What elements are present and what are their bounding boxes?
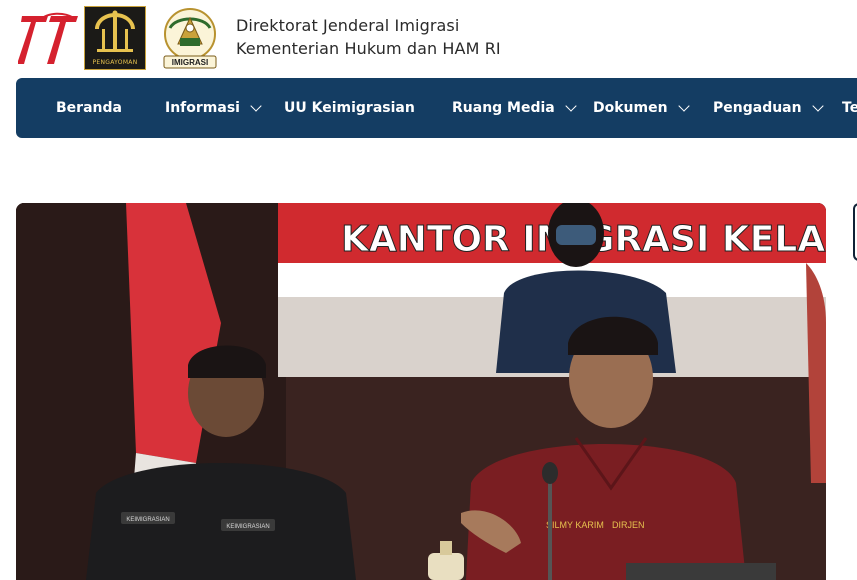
badge-right-role: DIRJEN [612, 520, 645, 530]
nav-pengaduan[interactable]: Pengaduan [713, 78, 824, 138]
nav-truncated-item[interactable]: Te [842, 78, 857, 138]
logo-77-text: 77 [18, 8, 20, 9]
imigrasi-emblem[interactable]: IMIGRASI [156, 4, 224, 72]
pengayoman-emblem-icon [95, 10, 135, 52]
chevron-down-icon [565, 100, 577, 112]
nav-uu-keimigrasian[interactable]: UU Keimigrasian [284, 78, 415, 138]
nav-pengaduan-label: Pengaduan [713, 100, 802, 116]
chevron-down-icon [811, 100, 824, 112]
nav-ruang-media-label: Ruang Media [452, 100, 555, 116]
imigrasi-label: IMIGRASI [172, 58, 208, 67]
nav-beranda[interactable]: Beranda [56, 78, 122, 138]
press-conference-photo: KANTOR IMIGRASI KELAS I KEIMIGRASIAN KEI… [16, 203, 826, 580]
nav-ruang-media[interactable]: Ruang Media [452, 78, 577, 138]
chevron-down-icon [250, 100, 262, 112]
main-navigation: Beranda Informasi UU Keimigrasian Ruang … [16, 78, 857, 138]
featured-news-image[interactable]: KANTOR IMIGRASI KELAS I KEIMIGRASIAN KEI… [16, 203, 826, 580]
chevron-down-icon [677, 100, 690, 112]
site-title[interactable]: Direktorat Jenderal Imigrasi Kementerian… [236, 14, 501, 60]
nav-beranda-label: Beranda [56, 100, 122, 116]
site-title-line2: Kementerian Hukum dan HAM RI [236, 39, 501, 58]
nav-dokumen[interactable]: Dokumen [593, 78, 690, 138]
nav-uu-keimigrasian-label: UU Keimigrasian [284, 100, 415, 116]
badge-left-1: KEIMIGRASIAN [126, 517, 169, 523]
badge-right-name: SILMY KARIM [546, 520, 604, 530]
site-title-line1: Direktorat Jenderal Imigrasi [236, 16, 460, 35]
carousel-next-card[interactable] [853, 203, 857, 261]
nav-truncated-label: Te [842, 100, 857, 116]
pengayoman-label: PENGAYOMAN [92, 59, 138, 66]
badge-left-2: KEIMIGRASIAN [226, 524, 269, 530]
site-header: 77 PENGAYOMAN IMIGRASI Direktorat Jender… [0, 0, 857, 78]
nav-informasi-label: Informasi [165, 100, 240, 116]
nav-informasi[interactable]: Informasi [165, 78, 262, 138]
hut-ri-77-logo[interactable]: 77 [18, 8, 80, 70]
nav-dokumen-label: Dokumen [593, 100, 668, 116]
pengayoman-logo[interactable]: PENGAYOMAN [84, 6, 146, 70]
